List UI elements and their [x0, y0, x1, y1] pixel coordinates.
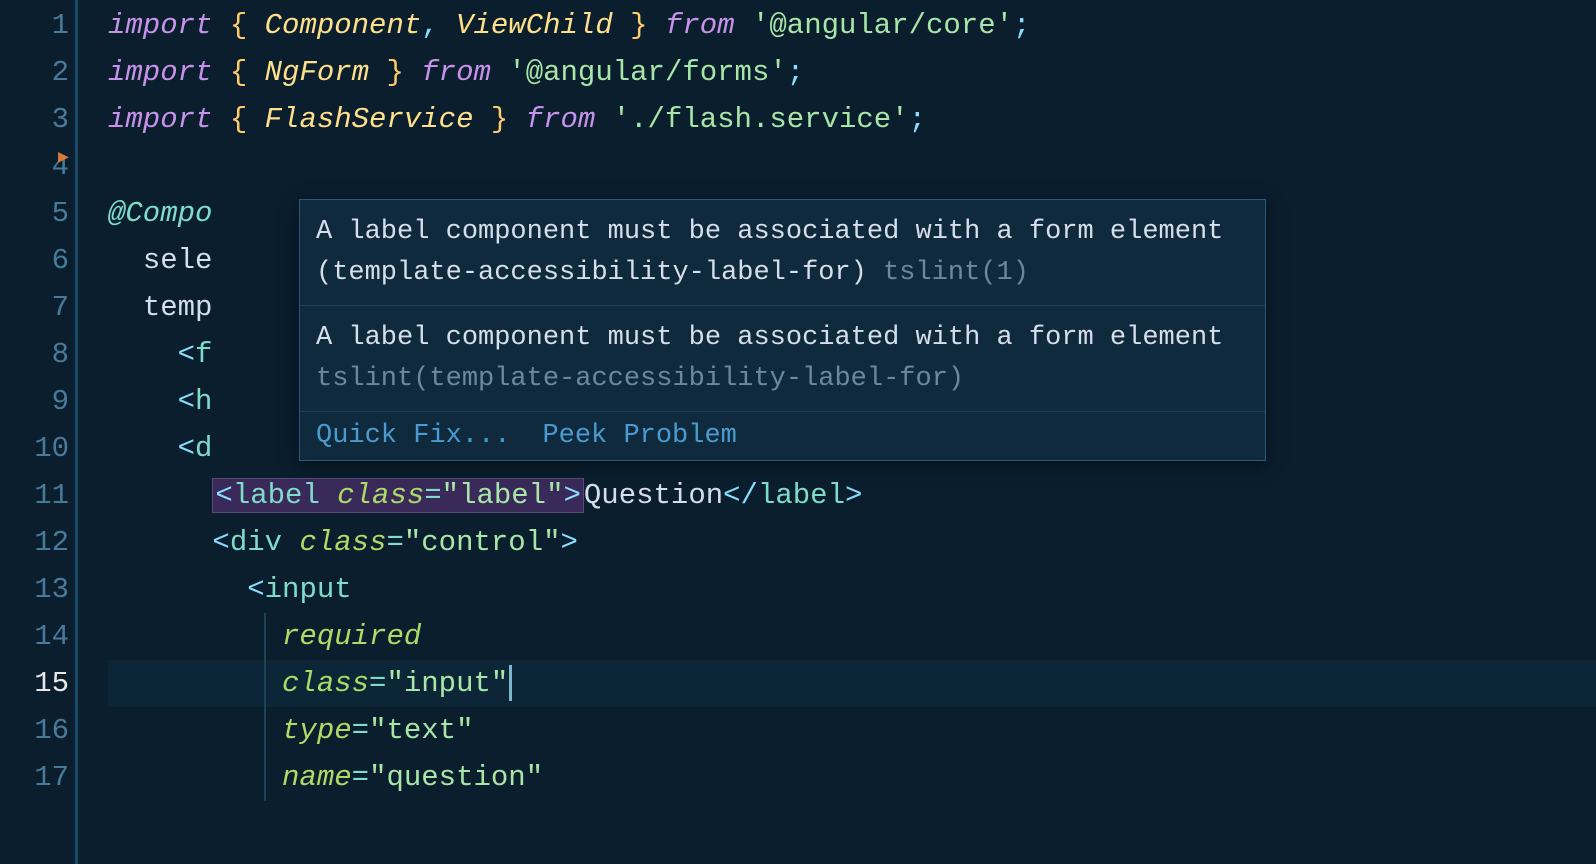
line-number: 1	[0, 2, 69, 49]
lint-message: A label component must be associated wit…	[300, 200, 1265, 306]
line-number: 10	[0, 425, 69, 472]
line-number: 15	[0, 660, 69, 707]
line-number: 9	[0, 378, 69, 425]
line-number: 11	[0, 472, 69, 519]
line-number: 13	[0, 566, 69, 613]
hover-actions-row: Quick Fix... Peek Problem	[300, 412, 1265, 460]
code-line[interactable]: <input	[108, 566, 1596, 613]
code-line[interactable]: import { NgForm } from '@angular/forms';	[108, 49, 1596, 96]
text-cursor	[509, 665, 512, 701]
lint-message: A label component must be associated wit…	[300, 306, 1265, 412]
lint-source: tslint(template-accessibility-label-for)	[316, 364, 964, 394]
line-number: 2	[0, 49, 69, 96]
line-number: 16	[0, 707, 69, 754]
line-number: 3	[0, 96, 69, 143]
code-line[interactable]: import { FlashService } from './flash.se…	[108, 96, 1596, 143]
code-line[interactable]: <div class="control">	[108, 519, 1596, 566]
lint-message-text: A label component must be associated wit…	[316, 217, 1223, 288]
lint-source: tslint(1)	[883, 258, 1029, 288]
line-number: 14	[0, 613, 69, 660]
peek-problem-button[interactable]: Peek Problem	[542, 421, 736, 451]
code-line[interactable]: <label class="label">Question</label>	[108, 472, 1596, 519]
code-line[interactable]: import { Component, ViewChild } from '@a…	[108, 2, 1596, 49]
code-line[interactable]: name="question"	[108, 754, 1596, 801]
code-line[interactable]: class="input"	[108, 660, 1596, 707]
line-number: 12	[0, 519, 69, 566]
line-number: 17	[0, 754, 69, 801]
line-number: 5	[0, 190, 69, 237]
code-line[interactable]: type="text"	[108, 707, 1596, 754]
code-content[interactable]: import { Component, ViewChild } from '@a…	[75, 0, 1596, 864]
line-number: 6	[0, 237, 69, 284]
fold-triangle-icon[interactable]: ▶	[58, 146, 69, 168]
lint-warning-span[interactable]: <label class="label">	[212, 478, 583, 513]
line-number: 8	[0, 331, 69, 378]
line-number-gutter: 1 2 3 4 5 6 7 8 9 10 11 12 13 14 15 16 1…	[0, 0, 75, 864]
problem-hover-popup: A label component must be associated wit…	[299, 199, 1266, 461]
code-line[interactable]	[108, 143, 1596, 190]
quick-fix-button[interactable]: Quick Fix...	[316, 421, 510, 451]
code-editor[interactable]: ▶ 1 2 3 4 5 6 7 8 9 10 11 12 13 14 15 16…	[0, 0, 1596, 864]
code-line[interactable]: required	[108, 613, 1596, 660]
lint-message-text: A label component must be associated wit…	[316, 323, 1223, 353]
line-number: 7	[0, 284, 69, 331]
